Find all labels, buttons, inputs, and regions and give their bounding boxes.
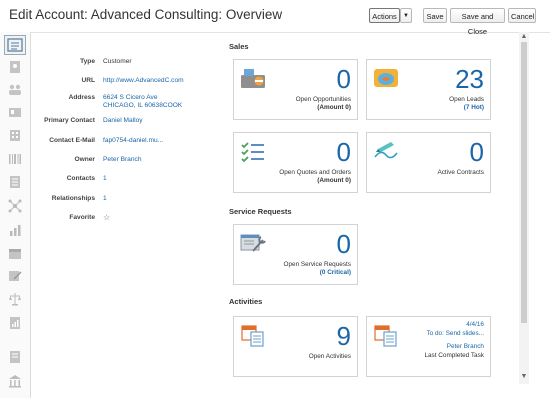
- primary-contact-link[interactable]: Daniel Malloy: [103, 117, 143, 124]
- open-activities-caption: Open Activities: [308, 353, 351, 360]
- contacts-count-link[interactable]: 1: [103, 175, 107, 182]
- active-contracts-caption: Active Contracts: [437, 169, 484, 176]
- service-requests-section-title: Service Requests: [229, 207, 292, 216]
- save-button[interactable]: Save: [423, 8, 447, 23]
- hot-leads-link[interactable]: (7 Hot): [464, 104, 484, 111]
- task-date: 4/4/16: [466, 321, 484, 328]
- checklist-icon: [241, 142, 264, 163]
- edit-form-icon[interactable]: [8, 269, 22, 282]
- open-opportunities-count: 0: [336, 64, 351, 94]
- vertical-scrollbar[interactable]: ▲ ▼: [519, 32, 529, 384]
- critical-service-requests-link[interactable]: (0 Critical): [320, 269, 351, 276]
- scroll-down-arrow-icon[interactable]: ▼: [519, 372, 529, 382]
- open-leads-tile[interactable]: 23 Open Leads (7 Hot): [366, 59, 491, 120]
- contract-pen-icon: [374, 142, 398, 159]
- open-opportunities-amount: (Amount 0): [317, 104, 351, 111]
- open-quotes-count: 0: [336, 137, 351, 167]
- opportunity-register-icon: [241, 69, 265, 88]
- calendar-doc-icon: [374, 325, 397, 347]
- address-label: Address: [68, 94, 95, 101]
- document-icon[interactable]: [8, 350, 22, 363]
- open-quotes-caption: Open Quotes and Orders: [279, 169, 351, 176]
- activities-section-title: Activities: [229, 297, 263, 306]
- active-contracts-count: 0: [469, 137, 484, 167]
- task-title-link[interactable]: To do: Send slides...: [426, 330, 484, 337]
- open-service-requests-count: 0: [336, 229, 351, 259]
- last-completed-task-tile[interactable]: 4/4/16 To do: Send slides... Peter Branc…: [366, 316, 491, 377]
- task-owner-link[interactable]: Peter Branch: [447, 343, 484, 350]
- favorite-star-icon[interactable]: ☆: [103, 213, 110, 222]
- relationships-label: Relationships: [51, 195, 95, 202]
- save-and-close-button[interactable]: Save and Close: [450, 8, 505, 36]
- institution-icon[interactable]: [8, 374, 22, 388]
- cancel-button[interactable]: Cancel: [508, 8, 536, 23]
- scroll-thumb[interactable]: [521, 42, 527, 323]
- url-link[interactable]: http://www.AdvancedC.com: [103, 77, 184, 84]
- owner-link[interactable]: Peter Branch: [103, 156, 141, 163]
- open-service-requests-caption: Open Service Requests: [283, 261, 352, 268]
- last-completed-task-caption: Last Completed Task: [424, 352, 484, 359]
- overview-icon[interactable]: [4, 35, 26, 55]
- open-service-requests-tile[interactable]: 0 Open Service Requests (0 Critical): [233, 224, 358, 285]
- type-value: Customer: [103, 58, 132, 65]
- bar-chart-icon[interactable]: [8, 223, 22, 236]
- address-line2[interactable]: CHICAGO, IL 60638COOK: [103, 102, 182, 109]
- actions-dropdown-arrow[interactable]: ▼: [400, 8, 412, 23]
- primary-contact-label: Primary Contact: [44, 117, 95, 124]
- scales-icon[interactable]: [8, 292, 22, 306]
- service-wrench-icon: [240, 234, 266, 252]
- contact-email-label: Contact E-Mail: [49, 137, 95, 144]
- actions-button[interactable]: Actions: [369, 8, 400, 23]
- address-line1[interactable]: 6624 S Cicero Ave: [103, 94, 158, 101]
- fishbowl-icon: [374, 69, 398, 87]
- calendar-icon[interactable]: [8, 246, 22, 259]
- relationships-count-link[interactable]: 1: [103, 195, 107, 202]
- contact-email-link[interactable]: fap0754-daniel.mu...: [103, 137, 163, 144]
- open-opportunities-tile[interactable]: 0 Open Opportunities (Amount 0): [233, 59, 358, 120]
- type-label: Type: [80, 58, 95, 65]
- open-activities-tile[interactable]: 9 Open Activities: [233, 316, 358, 377]
- chart-doc-icon[interactable]: [8, 316, 22, 329]
- favorite-label: Favorite: [69, 214, 95, 221]
- open-quotes-amount: (Amount 0): [317, 177, 351, 184]
- active-contracts-tile[interactable]: 0 Active Contracts: [366, 132, 491, 193]
- page-title: Edit Account: Advanced Consulting: Overv…: [9, 7, 283, 22]
- open-leads-count: 23: [455, 64, 484, 94]
- open-activities-count: 9: [336, 321, 351, 351]
- page-header: Edit Account: Advanced Consulting: Overv…: [0, 0, 550, 36]
- contacts-label: Contacts: [66, 175, 95, 182]
- open-opportunities-caption: Open Opportunities: [295, 96, 351, 103]
- open-quotes-tile[interactable]: 0 Open Quotes and Orders (Amount 0): [233, 132, 358, 193]
- url-label: URL: [81, 77, 95, 84]
- scroll-up-arrow-icon[interactable]: ▲: [519, 32, 529, 42]
- open-leads-caption: Open Leads: [449, 96, 484, 103]
- calendar-doc-icon: [241, 325, 264, 347]
- owner-label: Owner: [74, 156, 95, 163]
- sales-section-title: Sales: [229, 42, 249, 51]
